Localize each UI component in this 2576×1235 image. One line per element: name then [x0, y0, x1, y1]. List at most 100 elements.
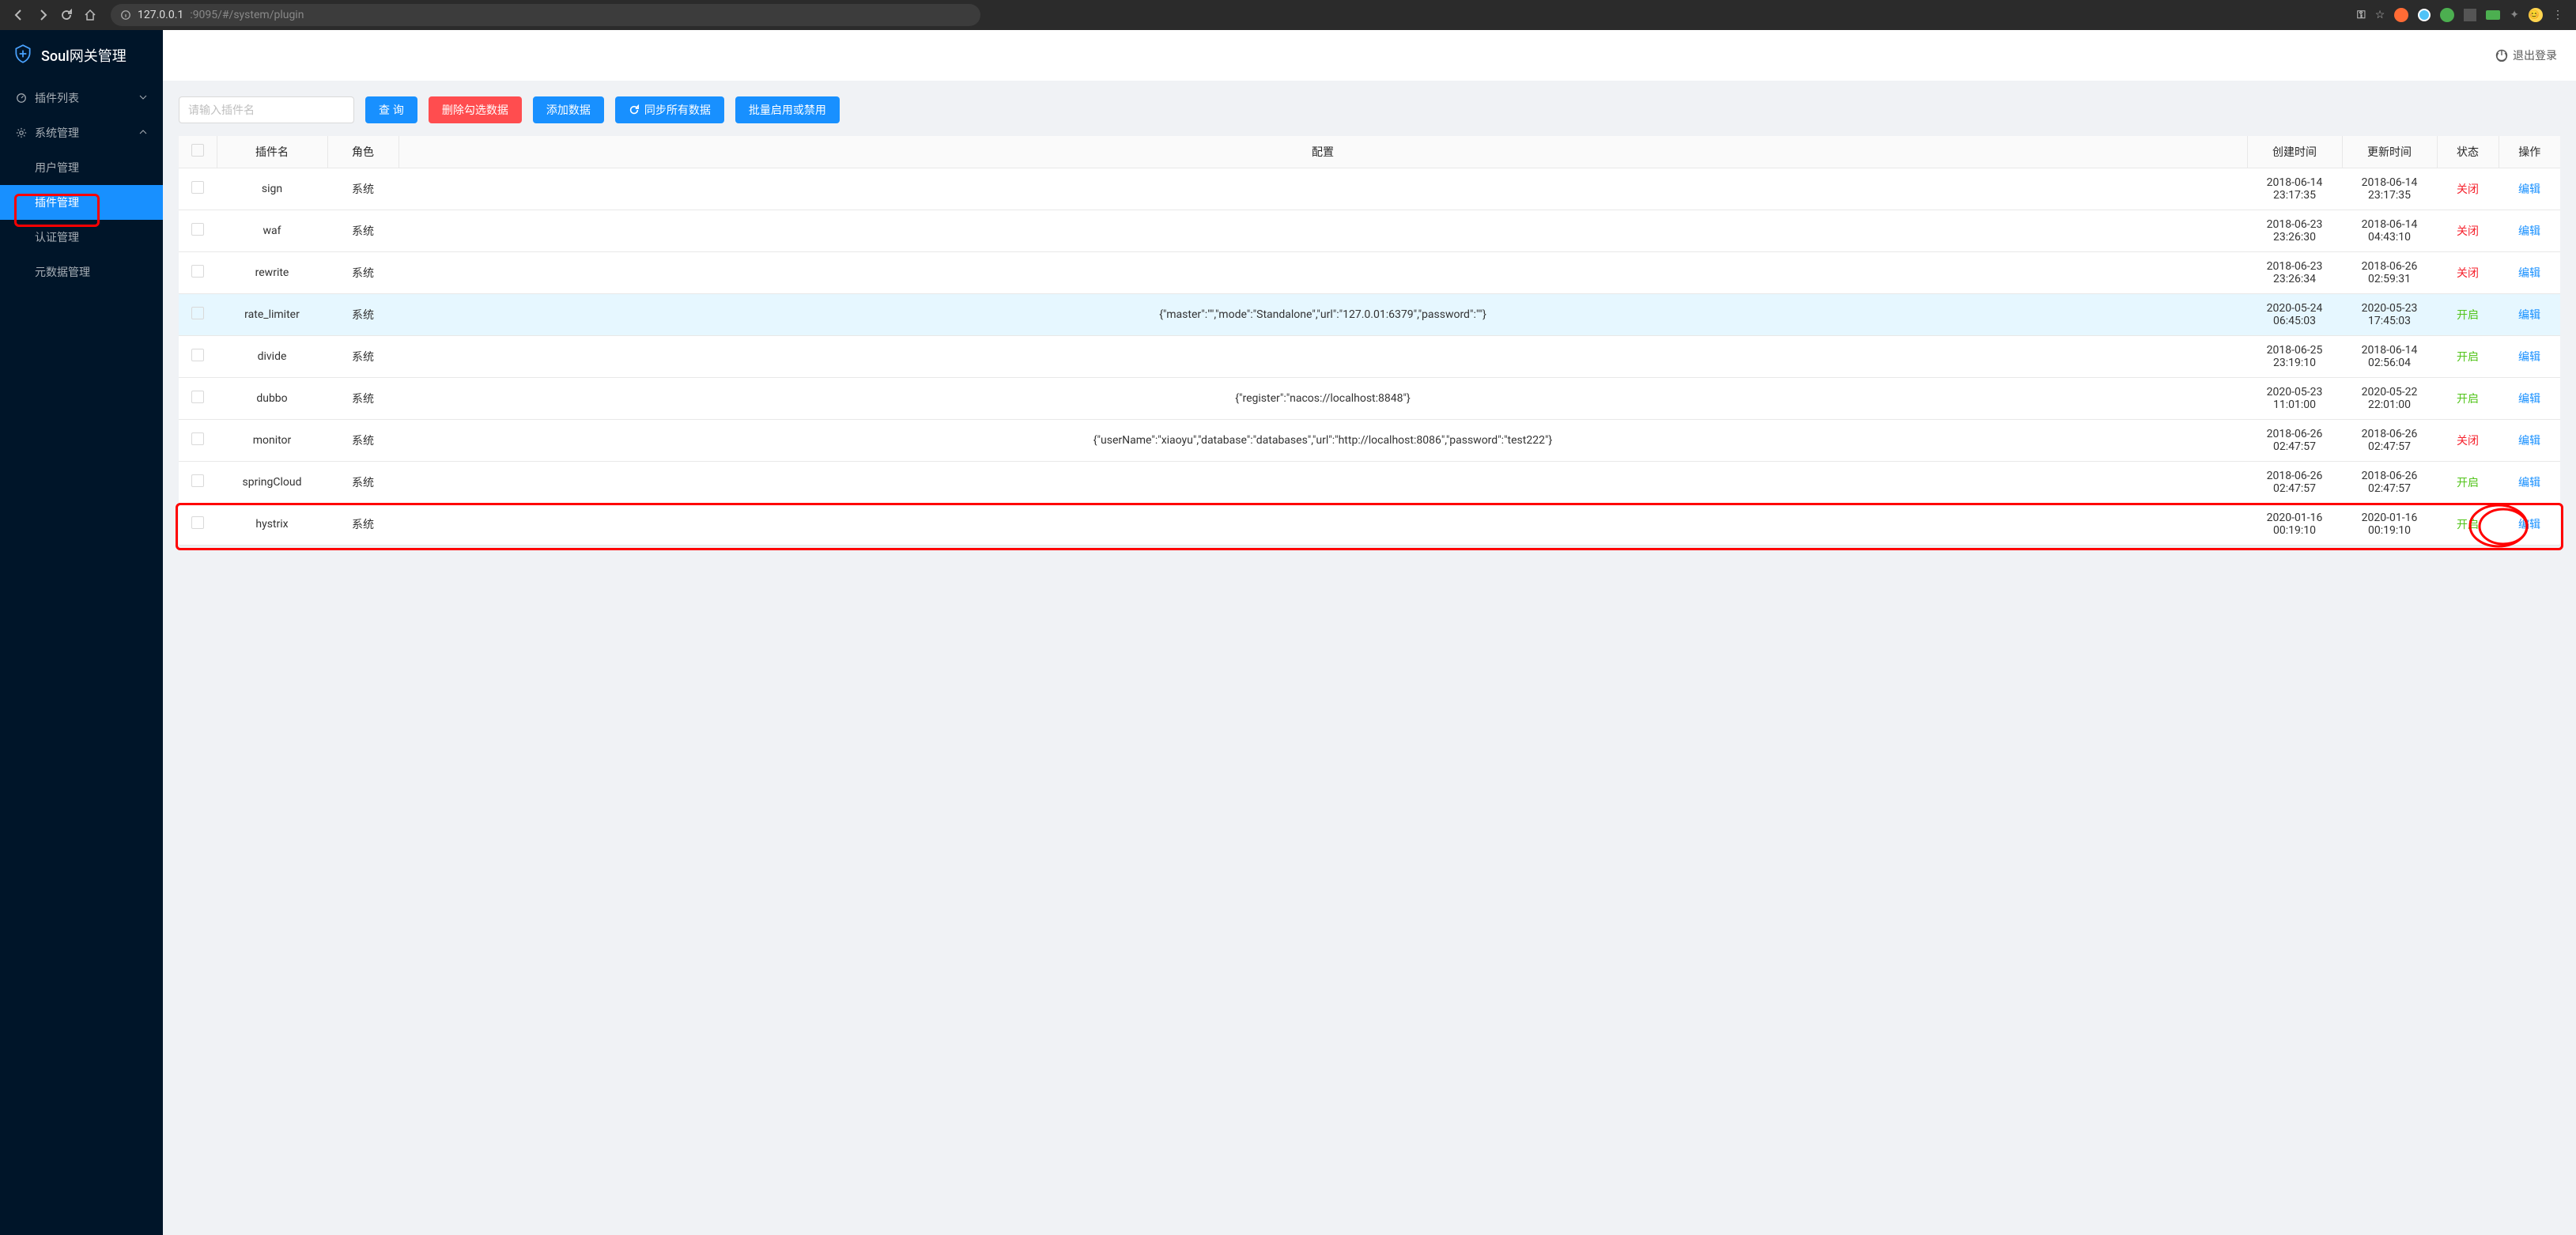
- table-row: rate_limiter 系统 {"master":"","mode":"Sta…: [179, 294, 2560, 336]
- star-icon[interactable]: ☆: [2375, 9, 2385, 21]
- gear-icon: [16, 127, 27, 138]
- sidebar-item-metadata-mgmt[interactable]: 元数据管理: [0, 255, 163, 289]
- cell-config: [398, 168, 2247, 210]
- url-path: :9095/#/system/plugin: [190, 9, 304, 21]
- key-icon[interactable]: ⚿: [2357, 9, 2366, 21]
- menu-icon[interactable]: ⋮: [2552, 9, 2563, 21]
- edit-button[interactable]: 编辑: [2518, 183, 2540, 196]
- reload-button[interactable]: [60, 9, 73, 21]
- row-checkbox[interactable]: [191, 474, 204, 487]
- cell-updated: 2018-06-1404:43:10: [2342, 210, 2437, 252]
- sidebar-item-plugin-mgmt[interactable]: 插件管理: [0, 185, 163, 220]
- ext-icon-6[interactable]: ✦: [2510, 9, 2519, 21]
- edit-button[interactable]: 编辑: [2518, 267, 2540, 280]
- ext-icon-2[interactable]: [2418, 9, 2431, 21]
- search-input[interactable]: [179, 96, 354, 123]
- cell-name: monitor: [217, 420, 327, 462]
- row-checkbox[interactable]: [191, 181, 204, 194]
- sidebar-item-system[interactable]: 系统管理: [0, 115, 163, 150]
- dashboard-icon: [16, 93, 27, 104]
- row-checkbox[interactable]: [191, 349, 204, 361]
- cell-config: [398, 336, 2247, 378]
- logo-icon: [13, 43, 33, 68]
- select-all-checkbox[interactable]: [191, 144, 204, 157]
- edit-button[interactable]: 编辑: [2518, 225, 2540, 238]
- edit-button[interactable]: 编辑: [2518, 351, 2540, 364]
- sidebar-item-plugins[interactable]: 插件列表: [0, 81, 163, 115]
- cell-name: sign: [217, 168, 327, 210]
- cell-status: 开启: [2437, 336, 2499, 378]
- row-checkbox[interactable]: [191, 391, 204, 403]
- edit-button[interactable]: 编辑: [2518, 309, 2540, 322]
- cell-name: hystrix: [217, 504, 327, 546]
- sidebar-item-label: 系统管理: [35, 125, 79, 141]
- cell-name: rewrite: [217, 252, 327, 294]
- cell-name: springCloud: [217, 462, 327, 504]
- cell-created: 2020-01-1600:19:10: [2247, 504, 2342, 546]
- search-button[interactable]: 查 询: [365, 96, 417, 123]
- col-header-name: 插件名: [217, 136, 327, 168]
- sidebar-item-label: 认证管理: [35, 229, 79, 245]
- app-logo: Soul网关管理: [0, 30, 163, 81]
- sync-button[interactable]: 同步所有数据: [615, 96, 724, 123]
- cell-updated: 2018-06-1423:17:35: [2342, 168, 2437, 210]
- row-checkbox[interactable]: [191, 223, 204, 236]
- table-row: hystrix 系统 2020-01-1600:19:10 2020-01-16…: [179, 504, 2560, 546]
- cell-name: dubbo: [217, 378, 327, 420]
- table-row: waf 系统 2018-06-2323:26:30 2018-06-1404:4…: [179, 210, 2560, 252]
- col-header-status: 状态: [2437, 136, 2499, 168]
- home-button[interactable]: [84, 9, 96, 21]
- chevron-down-icon: [139, 92, 147, 104]
- sidebar-item-label: 插件管理: [35, 195, 79, 210]
- logout-button[interactable]: 退出登录: [2495, 47, 2557, 63]
- row-checkbox[interactable]: [191, 432, 204, 445]
- cell-status: 开启: [2437, 294, 2499, 336]
- cell-role: 系统: [327, 378, 398, 420]
- address-bar[interactable]: 127.0.0.1 :9095/#/system/plugin: [111, 4, 980, 26]
- ext-icon-4[interactable]: [2464, 9, 2476, 21]
- col-header-operation: 操作: [2499, 136, 2560, 168]
- table-row: monitor 系统 {"userName":"xiaoyu","databas…: [179, 420, 2560, 462]
- row-checkbox[interactable]: [191, 265, 204, 278]
- row-checkbox[interactable]: [191, 516, 204, 529]
- edit-button[interactable]: 编辑: [2518, 393, 2540, 406]
- plugin-table: 插件名 角色 配置 创建时间 更新时间 状态 操作 sign 系统 2018-0…: [179, 136, 2560, 546]
- main-area: 退出登录 查 询 删除勾选数据 添加数据 同步所有数据 批量启用或禁用: [163, 30, 2576, 1235]
- cell-updated: 2018-06-2602:59:31: [2342, 252, 2437, 294]
- sidebar-item-auth-mgmt[interactable]: 认证管理: [0, 220, 163, 255]
- delete-button[interactable]: 删除勾选数据: [429, 96, 522, 123]
- logout-label: 退出登录: [2513, 47, 2557, 63]
- logout-icon: [2495, 49, 2508, 62]
- table-row: sign 系统 2018-06-1423:17:35 2018-06-1423:…: [179, 168, 2560, 210]
- edit-button[interactable]: 编辑: [2518, 435, 2540, 448]
- cell-config: [398, 210, 2247, 252]
- cell-name: rate_limiter: [217, 294, 327, 336]
- sidebar-item-label: 插件列表: [35, 90, 79, 106]
- cell-role: 系统: [327, 252, 398, 294]
- cell-created: 2018-06-2602:47:57: [2247, 420, 2342, 462]
- toolbar: 查 询 删除勾选数据 添加数据 同步所有数据 批量启用或禁用: [179, 96, 2560, 123]
- table-row: dubbo 系统 {"register":"nacos://localhost:…: [179, 378, 2560, 420]
- url-host: 127.0.0.1: [138, 9, 183, 21]
- add-button[interactable]: 添加数据: [533, 96, 604, 123]
- ext-icon-1[interactable]: [2394, 8, 2408, 22]
- table-row: divide 系统 2018-06-2523:19:10 2018-06-140…: [179, 336, 2560, 378]
- sidebar-item-user-mgmt[interactable]: 用户管理: [0, 150, 163, 185]
- col-header-config: 配置: [398, 136, 2247, 168]
- row-checkbox[interactable]: [191, 307, 204, 319]
- forward-button[interactable]: [36, 9, 49, 21]
- sidebar: Soul网关管理 插件列表 系统管理 用户管理 插件管理: [0, 30, 163, 1235]
- ext-icon-3[interactable]: [2440, 8, 2454, 22]
- cell-config: {"register":"nacos://localhost:8848"}: [398, 378, 2247, 420]
- cell-status: 开启: [2437, 462, 2499, 504]
- ext-icon-5[interactable]: [2486, 10, 2500, 20]
- cell-role: 系统: [327, 294, 398, 336]
- profile-icon[interactable]: 😊: [2529, 8, 2543, 22]
- edit-button[interactable]: 编辑: [2518, 477, 2540, 489]
- cell-updated: 2018-06-1402:56:04: [2342, 336, 2437, 378]
- browser-chrome: 127.0.0.1 :9095/#/system/plugin ⚿ ☆ ✦ 😊 ⋮: [0, 0, 2576, 30]
- back-button[interactable]: [13, 9, 25, 21]
- batch-button[interactable]: 批量启用或禁用: [735, 96, 840, 123]
- cell-config: [398, 462, 2247, 504]
- col-header-role: 角色: [327, 136, 398, 168]
